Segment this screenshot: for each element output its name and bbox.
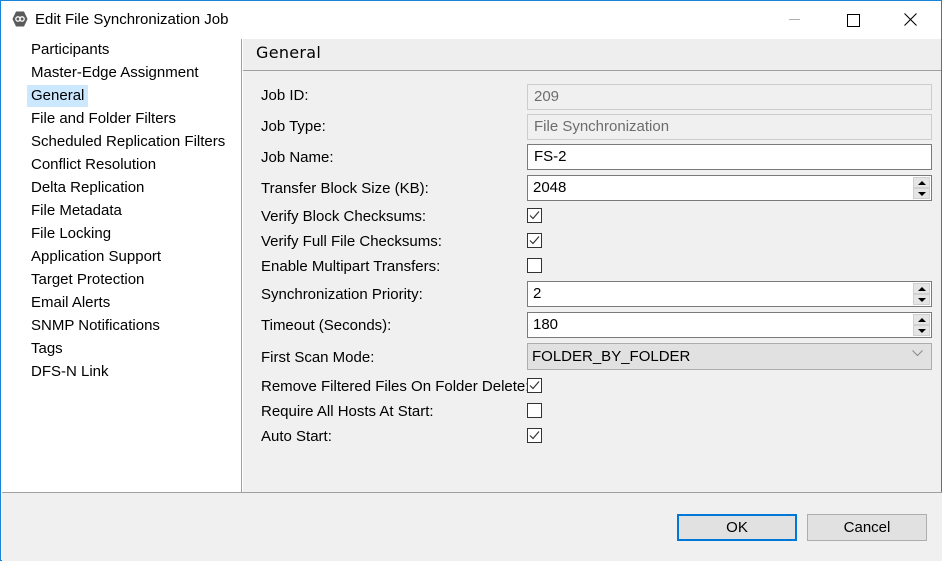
checkmark-icon [529, 236, 540, 245]
checkmark-icon [529, 431, 540, 440]
panel-header: General [243, 39, 941, 71]
nav-item-delta-replication[interactable]: Delta Replication [27, 177, 148, 199]
window-title: Edit File Synchronization Job [35, 11, 229, 28]
transfer-block-size-label: Transfer Block Size (KB): [261, 180, 429, 197]
close-icon [904, 13, 917, 26]
first-scan-mode-dropdown[interactable]: FOLDER_BY_FOLDER [527, 343, 932, 370]
chevron-down-icon [912, 350, 923, 357]
spin-down-arrow-icon[interactable] [913, 188, 930, 199]
timeout-value[interactable]: 180 [533, 316, 558, 333]
job-name-input[interactable]: FS-2 [527, 144, 932, 170]
verify-full-file-checksums-checkbox[interactable] [527, 233, 542, 248]
first-scan-mode-label: First Scan Mode: [261, 349, 375, 366]
auto-start-label: Auto Start: [261, 428, 332, 445]
require-all-hosts-label: Require All Hosts At Start: [261, 403, 434, 420]
cancel-button[interactable]: Cancel [807, 514, 927, 541]
close-button[interactable] [887, 1, 933, 37]
edit-job-dialog: Edit File Synchronization Job Participan… [0, 0, 942, 561]
verify-block-checksums-label: Verify Block Checksums: [261, 208, 427, 225]
minimize-button[interactable] [771, 1, 817, 37]
synchronization-priority-value[interactable]: 2 [533, 285, 541, 302]
nav-item-scheduled-replication-filters[interactable]: Scheduled Replication Filters [27, 131, 229, 153]
nav-item-conflict-resolution[interactable]: Conflict Resolution [27, 154, 160, 176]
spin-down-arrow-icon[interactable] [913, 294, 930, 305]
nav-item-participants[interactable]: Participants [27, 39, 113, 61]
app-logo-icon [12, 11, 28, 27]
timeout-label: Timeout (Seconds): [261, 317, 392, 334]
spin-buttons [913, 283, 930, 305]
enable-multipart-transfers-checkbox[interactable] [527, 258, 542, 273]
general-settings-panel: General Job ID: 209 Job Type: File Synch… [243, 39, 941, 492]
maximize-button[interactable] [829, 1, 875, 37]
nav-item-master-edge-assignment[interactable]: Master-Edge Assignment [27, 62, 203, 84]
spin-buttons [913, 177, 930, 199]
spin-buttons [913, 314, 930, 336]
nav-item-tags[interactable]: Tags [27, 338, 67, 360]
job-id-field: 209 [527, 84, 932, 110]
dialog-footer: OK Cancel [2, 492, 942, 561]
job-name-label: Job Name: [261, 149, 334, 166]
nav-item-snmp-notifications[interactable]: SNMP Notifications [27, 315, 164, 337]
spin-up-arrow-icon[interactable] [913, 177, 930, 188]
spin-down-arrow-icon[interactable] [913, 325, 930, 336]
nav-item-application-support[interactable]: Application Support [27, 246, 165, 268]
spin-up-arrow-icon[interactable] [913, 314, 930, 325]
remove-filtered-files-label: Remove Filtered Files On Folder Delete: [261, 378, 530, 395]
nav-item-email-alerts[interactable]: Email Alerts [27, 292, 114, 314]
timeout-spinner[interactable]: 180 [527, 312, 932, 338]
verify-full-file-checksums-label: Verify Full File Checksums: [261, 233, 442, 250]
nav-item-file-metadata[interactable]: File Metadata [27, 200, 126, 222]
checkmark-icon [529, 211, 540, 220]
require-all-hosts-checkbox[interactable] [527, 403, 542, 418]
job-type-field: File Synchronization [527, 114, 932, 140]
first-scan-mode-value: FOLDER_BY_FOLDER [532, 348, 691, 365]
verify-block-checksums-checkbox[interactable] [527, 208, 542, 223]
checkmark-icon [529, 381, 540, 390]
nav-item-file-folder-filters[interactable]: File and Folder Filters [27, 108, 180, 130]
synchronization-priority-spinner[interactable]: 2 [527, 281, 932, 307]
title-bar[interactable]: Edit File Synchronization Job [1, 1, 941, 39]
job-id-label: Job ID: [261, 87, 309, 104]
ok-button[interactable]: OK [677, 514, 797, 541]
settings-nav: Participants Master-Edge Assignment Gene… [2, 39, 242, 492]
remove-filtered-files-checkbox[interactable] [527, 378, 542, 393]
nav-item-file-locking[interactable]: File Locking [27, 223, 115, 245]
transfer-block-size-value[interactable]: 2048 [533, 179, 566, 196]
nav-item-target-protection[interactable]: Target Protection [27, 269, 148, 291]
enable-multipart-transfers-label: Enable Multipart Transfers: [261, 258, 441, 275]
transfer-block-size-spinner[interactable]: 2048 [527, 175, 932, 201]
job-type-label: Job Type: [261, 118, 326, 135]
auto-start-checkbox[interactable] [527, 428, 542, 443]
panel-title: General [256, 43, 322, 62]
nav-item-general[interactable]: General [27, 85, 89, 107]
synchronization-priority-label: Synchronization Priority: [261, 286, 423, 303]
nav-item-dfs-n-link[interactable]: DFS-N Link [27, 361, 113, 383]
spin-up-arrow-icon[interactable] [913, 283, 930, 294]
